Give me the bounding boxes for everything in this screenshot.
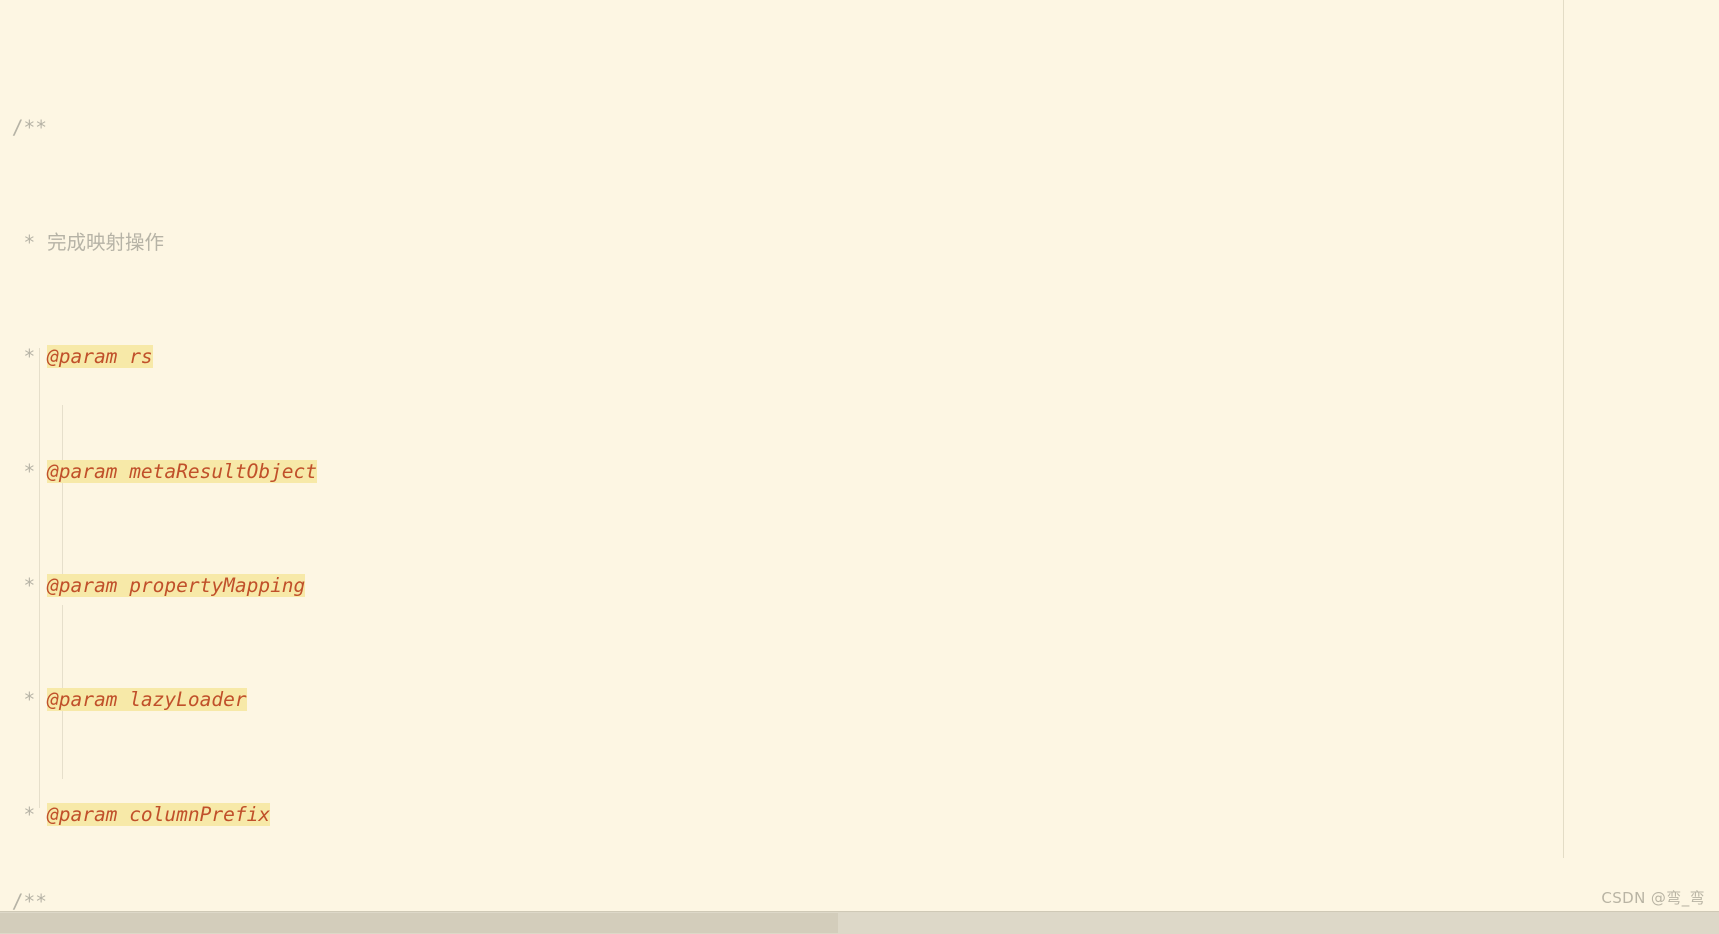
javadoc-param-name-lazyloader: lazyLoader: [129, 688, 247, 712]
javadoc-star: *: [23, 688, 36, 712]
javadoc-param-name-propertymapping: propertyMapping: [129, 573, 306, 597]
javadoc-star: *: [23, 459, 36, 483]
code-line-javadoc-desc[interactable]: * 完成映射操作: [0, 229, 1719, 258]
next-javadoc-open-token: /**: [11, 890, 47, 912]
csdn-watermark: CSDN @弯_弯: [1601, 889, 1705, 907]
javadoc-tag-param: @param: [46, 345, 118, 369]
code-line-next-javadoc-open[interactable]: /**: [0, 888, 1719, 912]
code-line-javadoc-open[interactable]: /**: [0, 114, 1719, 143]
code-editor-viewport[interactable]: /** * 完成映射操作 * @param rs * @param metaRe…: [0, 0, 1719, 934]
javadoc-star: *: [23, 230, 36, 254]
code-line-param-propertymapping[interactable]: * @param propertyMapping: [0, 572, 1719, 601]
javadoc-param-name-columnprefix: columnPrefix: [129, 802, 271, 826]
javadoc-tag-param: @param: [46, 573, 118, 597]
horizontal-scrollbar-track[interactable]: [0, 911, 1719, 934]
code-line-param-metaresultobject[interactable]: * @param metaResultObject: [0, 458, 1719, 487]
javadoc-param-name-metaresultobject: metaResultObject: [129, 459, 318, 483]
javadoc-tag-param: @param: [46, 688, 118, 712]
javadoc-tag-param: @param: [46, 459, 118, 483]
javadoc-tag-param: @param: [46, 802, 118, 826]
code-content[interactable]: /** * 完成映射操作 * @param rs * @param metaRe…: [0, 0, 1719, 934]
javadoc-star: *: [23, 345, 36, 369]
code-line-param-columnprefix[interactable]: * @param columnPrefix: [0, 801, 1719, 830]
code-line-param-lazyloader[interactable]: * @param lazyLoader: [0, 686, 1719, 715]
javadoc-star: *: [23, 802, 36, 826]
javadoc-description: 完成映射操作: [46, 230, 164, 254]
code-line-param-rs[interactable]: * @param rs: [0, 343, 1719, 372]
javadoc-param-name-rs: rs: [129, 345, 153, 369]
horizontal-scrollbar-thumb[interactable]: [0, 913, 838, 933]
javadoc-open-token: /**: [11, 116, 47, 140]
javadoc-star: *: [23, 573, 36, 597]
